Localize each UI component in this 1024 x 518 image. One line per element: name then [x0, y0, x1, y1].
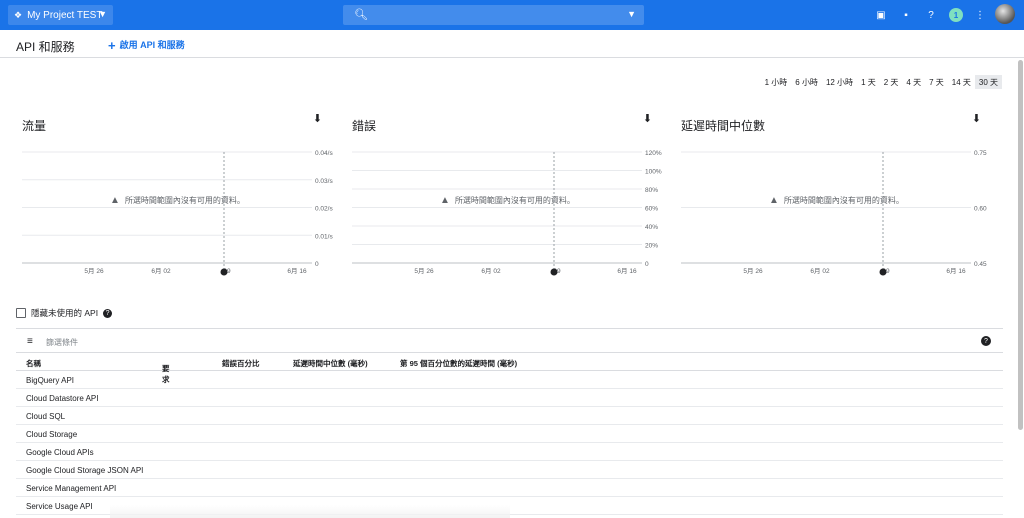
no-data-message: ▲ 所選時間範圍內沒有可用的資料。 [769, 195, 904, 206]
table-row[interactable]: Cloud SQL [16, 407, 1003, 425]
y-tick-label: 40% [645, 224, 658, 231]
y-tick-label: 0.75 [974, 150, 987, 157]
api-name[interactable]: Cloud Storage [26, 430, 77, 439]
enable-apis-label: 啟用 API 和服務 [119, 40, 185, 50]
today-marker-dot [550, 268, 558, 276]
column-errors[interactable]: 錯誤百分比 [222, 358, 260, 369]
hide-unused-checkbox[interactable] [16, 308, 26, 318]
top-app-bar: ❖ My Project TEST ▼ 🔍︎ ▼ ▣ ▪ ? 1 ⋮ [0, 0, 1024, 30]
filter-input[interactable]: 篩選條件 [46, 337, 78, 348]
hide-unused-apis: 隱藏未使用的 API ? [16, 307, 113, 319]
search-input[interactable]: 🔍︎ ▼ [343, 5, 644, 25]
time-range-selector: 1 小時 6 小時 12 小時 1 天2 天4 天7 天 14 天 30 天 [761, 75, 1002, 89]
y-tick-label: 20% [645, 243, 658, 250]
avatar[interactable] [995, 4, 1015, 24]
project-icon: ❖ [14, 9, 23, 20]
x-tick-label: 5月 26 [414, 267, 434, 275]
no-data-message: ▲ 所選時間範圍內沒有可用的資料。 [440, 195, 575, 206]
errors-chart: 錯誤 ⬇ 120%100%80%60%40%20%05月 266月 02096月… [352, 112, 662, 282]
api-name[interactable]: Google Cloud Storage JSON API [26, 466, 143, 475]
column-name[interactable]: 名稱 [26, 358, 41, 369]
warning-icon: ▲ [440, 195, 450, 206]
y-tick-label: 0 [645, 261, 649, 268]
x-tick-label: 6月 02 [810, 267, 830, 275]
chevron-down-icon: ▼ [98, 9, 107, 19]
traffic-chart: 流量 ⬇ 0.04/s 0.03/s 0.02/s 0.01/s 0 5月 26 6月 02… [22, 112, 333, 282]
y-tick-label: 60% [645, 206, 658, 213]
x-tick-label: 6月 16 [946, 267, 966, 275]
time-range-option[interactable]: 14 天 [948, 75, 975, 89]
x-tick-label: 6月 16 [617, 267, 637, 275]
x-tick-label: 5月 26 [84, 267, 104, 275]
table-row[interactable]: Cloud Datastore API [16, 389, 1003, 407]
time-range-option[interactable]: 30 天 [974, 75, 1002, 89]
time-range-option[interactable]: 12 小時 [822, 75, 857, 89]
time-range-option[interactable]: 1 小時 [761, 75, 792, 89]
search-icon: 🔍︎ [354, 9, 368, 21]
y-tick-label: 0 [315, 261, 319, 268]
project-selector[interactable]: ❖ My Project TEST ▼ [8, 5, 113, 25]
project-name: My Project TEST [27, 9, 103, 21]
y-tick-label: 0.04/s [315, 150, 333, 157]
table-row[interactable]: Service Management API [16, 479, 1003, 497]
y-tick-label: 0.03/s [315, 178, 333, 185]
y-tick-label: 0.01/s [315, 233, 333, 240]
help-icon[interactable]: ? [103, 308, 113, 318]
column-latency-95[interactable]: 第 95 個百分位數的延遲時間 (毫秒) [400, 358, 517, 369]
api-name[interactable]: BigQuery API [26, 376, 74, 385]
table-row[interactable]: Google Cloud Storage JSON API [16, 461, 1003, 479]
today-marker-dot [220, 268, 228, 276]
filter-bar[interactable]: ≡ 篩選條件 ? [16, 328, 1003, 353]
no-data-text: 所選時間範圍內沒有可用的資料。 [783, 196, 904, 205]
page-header: API 和服務 + 啟用 API 和服務 [0, 30, 1024, 58]
help-icon[interactable]: ? [925, 9, 937, 21]
api-name[interactable]: Service Usage API [26, 502, 93, 511]
no-data-message: ▲ 所選時間範圍內沒有可用的資料。 [110, 195, 245, 206]
add-icon: + [108, 38, 116, 53]
feedback-icon[interactable]: ▪ [900, 9, 912, 21]
x-tick-label: 6月 02 [481, 267, 501, 275]
y-tick-label: 0.02/s [315, 206, 333, 213]
warning-icon: ▲ [769, 195, 779, 206]
no-data-text: 所選時間範圍內沒有可用的資料。 [124, 196, 245, 205]
latency-chart: 延遲時間中位數 ⬇ 0.750.600.455月 266月 02096月 16 … [681, 112, 987, 282]
warning-icon: ▲ [110, 195, 120, 206]
time-range-option[interactable]: 1 天 [857, 75, 880, 89]
table-row[interactable]: Cloud Storage [16, 425, 1003, 443]
bottom-fade [110, 505, 510, 518]
time-range-option[interactable]: 6 小時 [791, 75, 822, 89]
column-latency[interactable]: 延遲時間中位數 (毫秒) [293, 358, 368, 369]
filter-icon[interactable]: ≡ [27, 336, 33, 347]
notification-badge[interactable]: 1 [949, 8, 963, 22]
x-tick-label: 5月 26 [743, 267, 763, 275]
more-vert-icon[interactable]: ⋮ [974, 9, 986, 21]
y-tick-label: 0.60 [974, 206, 987, 213]
y-tick-label: 100% [645, 169, 662, 176]
help-icon[interactable]: ? [981, 336, 991, 346]
table-row[interactable]: Google Cloud APIs [16, 443, 1003, 461]
api-name[interactable]: Google Cloud APIs [26, 448, 94, 457]
scrollbar[interactable] [1018, 60, 1023, 430]
no-data-text: 所選時間範圍內沒有可用的資料。 [454, 196, 575, 205]
x-tick-label: 6月 16 [287, 267, 307, 275]
api-name[interactable]: Cloud SQL [26, 412, 65, 421]
search-dropdown-icon[interactable]: ▼ [627, 9, 636, 19]
hide-unused-label: 隱藏未使用的 API [31, 308, 99, 318]
y-tick-label: 0.45 [974, 261, 987, 268]
time-range-option[interactable]: 7 天 [925, 75, 948, 89]
x-tick-label: 6月 02 [151, 267, 171, 275]
cloud-shell-icon[interactable]: ▣ [875, 9, 887, 21]
page-title: API 和服務 [16, 40, 75, 54]
table-row[interactable]: BigQuery API [16, 371, 1003, 389]
time-range-option[interactable]: 2 天 [880, 75, 903, 89]
api-name[interactable]: Service Management API [26, 484, 116, 493]
y-tick-label: 80% [645, 187, 658, 194]
time-range-option[interactable]: 4 天 [902, 75, 925, 89]
y-tick-label: 120% [645, 150, 662, 157]
enable-apis-button[interactable]: + 啟用 API 和服務 [108, 38, 185, 53]
table-header: 名稱 ↓ 要求 錯誤百分比 延遲時間中位數 (毫秒) 第 95 個百分位數的延遲時… [16, 353, 1003, 384]
api-name[interactable]: Cloud Datastore API [26, 394, 98, 403]
today-marker-dot [879, 268, 887, 276]
